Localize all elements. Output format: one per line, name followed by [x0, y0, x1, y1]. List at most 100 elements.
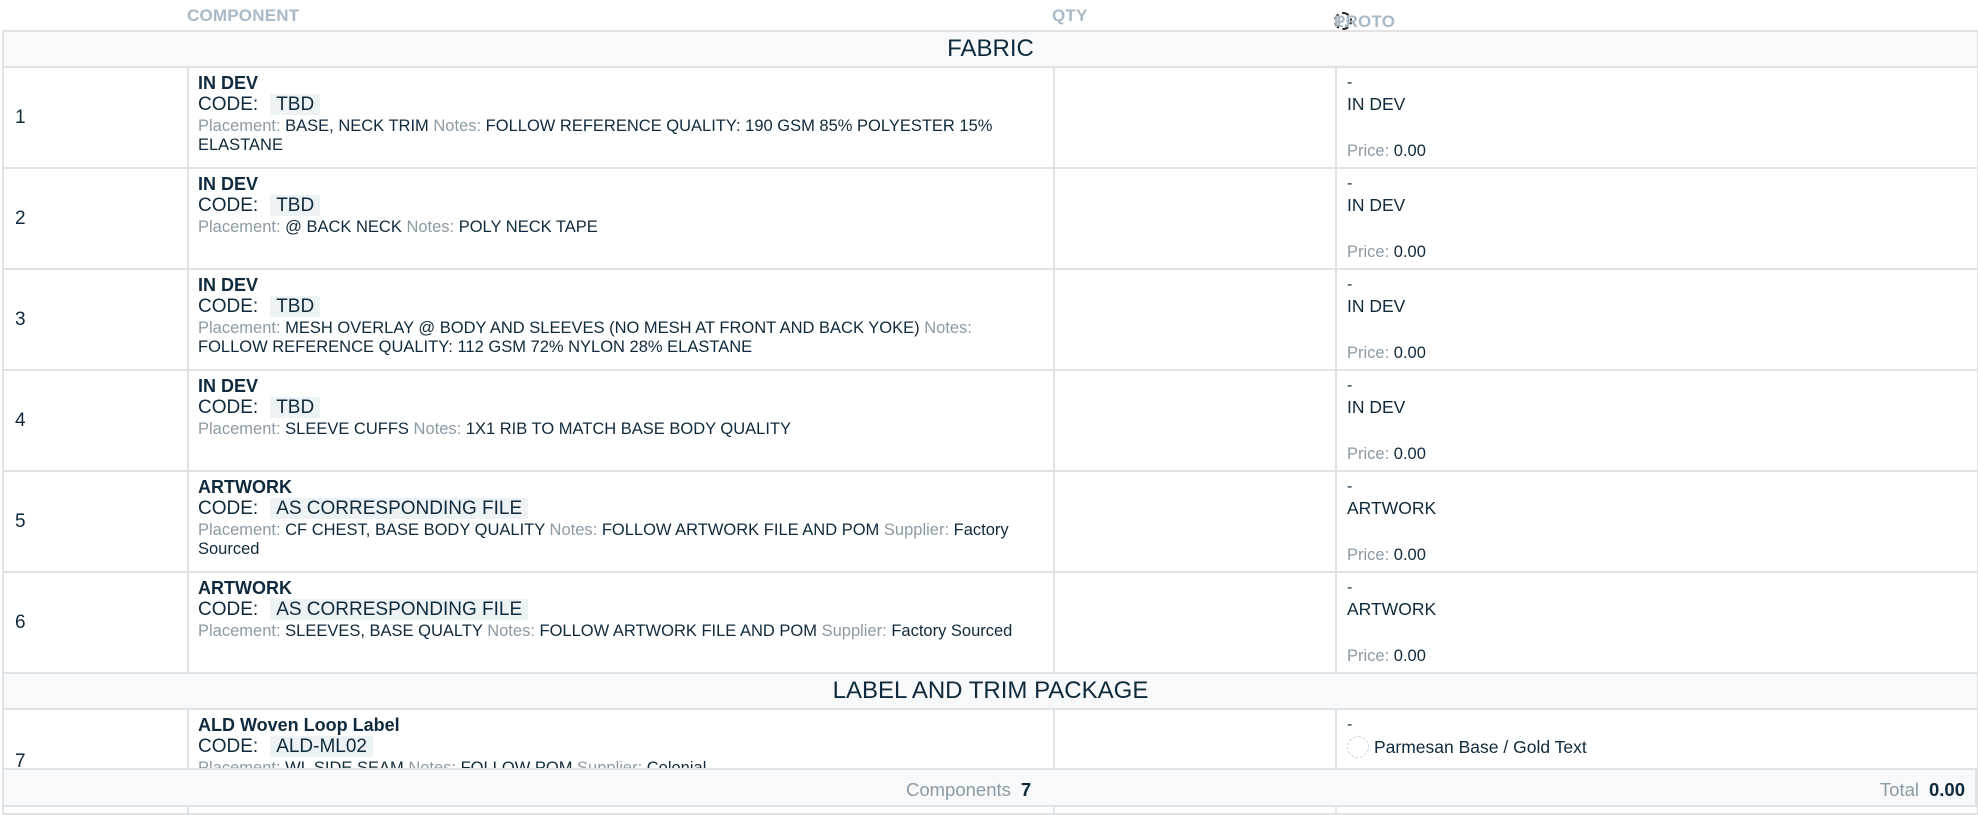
price-value: 0.00 [1393, 142, 1426, 160]
proto-status-text: Parmesan Base / Gold Text [1374, 737, 1587, 757]
component-details: Placement: @ BACK NECK Notes: POLY NECK … [198, 218, 1045, 237]
row-number: 3 [2, 268, 189, 371]
price-label: Price: [1347, 546, 1390, 564]
proto-status-text: ARTWORK [1347, 599, 1437, 619]
notes-label: Notes: [549, 521, 598, 539]
qty-cell[interactable] [1053, 167, 1337, 270]
header-qty: QTY [1052, 6, 1088, 25]
proto-dash: - [1347, 377, 1353, 394]
qty-cell[interactable] [1053, 369, 1337, 472]
price-label: Price: [1347, 344, 1390, 362]
proto-dash: - [1347, 175, 1353, 192]
row-number: 6 [2, 571, 189, 674]
placement-value: SLEEVES, BASE QUALTY [285, 622, 483, 640]
placement-value: SLEEVE CUFFS [285, 420, 409, 438]
component-cell[interactable]: IN DEV CODE: TBD Placement: SLEEVE CUFFS … [187, 369, 1055, 472]
price: Price: 0.00 [1347, 647, 1426, 666]
table-row[interactable]: 4 IN DEV CODE: TBD Placement: SLEEVE CUFF… [2, 369, 1978, 472]
qty-cell[interactable] [1053, 571, 1337, 674]
proto-dash: - [1347, 579, 1353, 596]
component-code: CODE: AS CORRESPONDING FILE [198, 497, 1045, 521]
code-value: TBD [270, 94, 321, 115]
table-row[interactable]: 2 IN DEV CODE: TBD Placement: @ BACK NECK… [2, 167, 1978, 270]
proto-status-text: IN DEV [1347, 397, 1406, 417]
code-label: CODE: [198, 736, 259, 757]
code-value: ALD-ML02 [270, 736, 374, 757]
qty-cell[interactable] [1053, 66, 1337, 169]
notes-label: Notes: [487, 622, 535, 640]
code-label: CODE: [198, 498, 259, 519]
section-header-row: LABEL AND TRIM PACKAGE [2, 672, 1978, 710]
qty-cell[interactable] [1053, 470, 1337, 573]
proto-status: IN DEV [1347, 296, 1967, 317]
component-title: ALD Woven Loop Label [198, 715, 400, 735]
component-cell[interactable]: ARTWORK CODE: AS CORRESPONDING FILE Place… [187, 571, 1055, 674]
proto-dash: - [1347, 276, 1353, 293]
table-row[interactable]: 3 IN DEV CODE: TBD Placement: MESH OVERLA… [2, 268, 1978, 371]
component-details: Placement: SLEEVE CUFFS Notes: 1X1 RIB T… [198, 420, 1045, 439]
placement-label: Placement: [198, 622, 281, 640]
proto-status: IN DEV [1347, 94, 1967, 115]
table-row[interactable]: 5 ARTWORK CODE: AS CORRESPONDING FILE Pla… [2, 470, 1978, 573]
table-row[interactable]: 1 IN DEV CODE: TBD Placement: BASE, NECK … [2, 66, 1978, 169]
proto-status: IN DEV [1347, 397, 1967, 418]
proto-dash: - [1347, 716, 1353, 733]
proto-dash: - [1347, 74, 1353, 91]
proto-cell[interactable]: - IN DEV Price: 0.00 [1335, 268, 1978, 371]
component-details: Placement: SLEEVES, BASE QUALTY Notes: F… [198, 622, 1045, 641]
component-details: Placement: BASE, NECK TRIM Notes: FOLLOW… [198, 117, 1045, 155]
code-label: CODE: [198, 296, 259, 317]
row-number: 5 [2, 470, 189, 573]
row-number: 1 [2, 66, 189, 169]
supplier-label: Supplier: [821, 622, 887, 640]
placement-value: BASE, NECK TRIM [285, 117, 429, 135]
proto-status-text: IN DEV [1347, 195, 1406, 215]
notes-label: Notes: [406, 218, 455, 236]
component-title: ARTWORK [198, 477, 292, 497]
section-title: FABRIC [2, 30, 1978, 68]
component-title: IN DEV [198, 73, 259, 93]
component-cell[interactable]: IN DEV CODE: TBD Placement: @ BACK NECK N… [187, 167, 1055, 270]
price-label: Price: [1347, 142, 1390, 160]
placement-label: Placement: [198, 218, 281, 236]
proto-status: IN DEV [1347, 195, 1967, 216]
notes-value: FOLLOW REFERENCE QUALITY: 112 GSM 72% NY… [198, 338, 753, 356]
price: Price: 0.00 [1347, 344, 1426, 363]
component-code: CODE: TBD [198, 194, 1045, 218]
proto-cell[interactable]: - IN DEV Price: 0.00 [1335, 167, 1978, 270]
component-code: CODE: TBD [198, 93, 1045, 117]
component-title: IN DEV [198, 275, 259, 295]
proto-cell[interactable]: - ARTWORK Price: 0.00 [1335, 470, 1978, 573]
table-header: COMPONENT QTY 1. PROTO [0, 0, 1978, 31]
code-label: CODE: [198, 397, 259, 418]
code-label: CODE: [198, 599, 259, 620]
proto-cell[interactable]: - IN DEV Price: 0.00 [1335, 369, 1978, 472]
total-value: 0.00 [1928, 779, 1965, 800]
notes-label: Notes: [924, 319, 972, 337]
price-value: 0.00 [1393, 647, 1426, 665]
price-label: Price: [1347, 243, 1390, 261]
qty-cell[interactable] [1053, 268, 1337, 371]
proto-cell[interactable]: - IN DEV Price: 0.00 [1335, 66, 1978, 169]
code-value: TBD [270, 296, 321, 317]
total-label: Total [1879, 779, 1919, 800]
proto-status-text: IN DEV [1347, 94, 1406, 114]
component-cell[interactable]: ARTWORK CODE: AS CORRESPONDING FILE Place… [187, 470, 1055, 573]
color-swatch-icon [1347, 736, 1369, 758]
components-label: Components [906, 779, 1011, 800]
proto-dash: - [1347, 478, 1353, 495]
row-number: 2 [2, 167, 189, 270]
code-label: CODE: [198, 94, 259, 115]
price-label: Price: [1347, 647, 1390, 665]
proto-label: PROTO [1334, 12, 1396, 31]
proto-cell[interactable]: - ARTWORK Price: 0.00 [1335, 571, 1978, 674]
component-cell[interactable]: IN DEV CODE: TBD Placement: MESH OVERLAY … [187, 268, 1055, 371]
price-value: 0.00 [1393, 546, 1426, 564]
section-title: LABEL AND TRIM PACKAGE [2, 672, 1978, 710]
component-title: IN DEV [198, 174, 259, 194]
table-row[interactable]: 6 ARTWORK CODE: AS CORRESPONDING FILE Pla… [2, 571, 1978, 674]
proto-status-text: IN DEV [1347, 296, 1406, 316]
code-value: TBD [270, 397, 321, 418]
component-cell[interactable]: IN DEV CODE: TBD Placement: BASE, NECK TR… [187, 66, 1055, 169]
component-title: ARTWORK [198, 578, 292, 598]
